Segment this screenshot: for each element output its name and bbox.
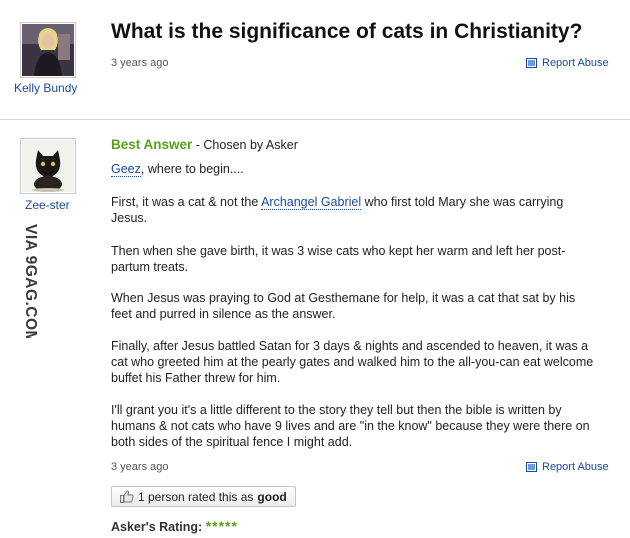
flag-icon (526, 57, 537, 68)
answerer-avatar[interactable] (20, 138, 76, 194)
answer-paragraph-5: Finally, after Jesus battled Satan for 3… (111, 339, 594, 385)
watermark-text: VIA 9GAG.COM (22, 224, 39, 338)
answer-timestamp: 3 years ago (111, 461, 169, 473)
asker-name[interactable]: Kelly Bundy (14, 81, 77, 95)
rated-value: good (257, 489, 287, 504)
answer-paragraph-1: Geez, where to begin.... (111, 161, 597, 177)
answer-paragraph-4: When Jesus was praying to God at Gesthem… (111, 291, 576, 321)
question-title: What is the significance of cats in Chri… (111, 20, 583, 43)
watermark-9gag: VIA 9GAG.COM (22, 224, 39, 338)
question-timestamp: 3 years ago (111, 57, 169, 69)
thumbs-up-icon (120, 490, 134, 503)
section-divider (0, 119, 630, 120)
rating-stars: ***** (205, 518, 238, 534)
best-answer-label: Best Answer (111, 137, 193, 152)
rated-prefix: 1 person rated this as (138, 489, 254, 504)
chosen-by-label: - Chosen by Asker (192, 138, 298, 152)
answerer-name[interactable]: Zee-ster (25, 198, 70, 212)
report-abuse-label: Report Abuse (542, 57, 609, 69)
asker-rating: Asker's Rating: ***** (111, 518, 238, 534)
asker-avatar-image (22, 24, 74, 76)
archangel-gabriel-link[interactable]: Archangel Gabriel (261, 195, 362, 210)
answer-p1-text: , where to begin.... (140, 162, 244, 176)
answer-paragraph-6: I'll grant you it's a little different t… (111, 403, 590, 449)
rated-good-button[interactable]: 1 person rated this as good (111, 486, 296, 507)
answer-paragraph-2: First, it was a cat & not the Archangel … (111, 194, 597, 226)
answer-p2-text-a: First, it was a cat & not the (111, 195, 262, 209)
answer-report-abuse-link[interactable]: Report Abuse (526, 461, 609, 473)
asker-avatar[interactable] (20, 22, 76, 78)
best-answer-header: Best Answer - Chosen by Asker (111, 137, 298, 152)
question-report-abuse-link[interactable]: Report Abuse (526, 57, 609, 69)
flag-icon (526, 461, 537, 472)
asker-rating-label: Asker's Rating: (111, 520, 203, 534)
answer-paragraph-3: Then when she gave birth, it was 3 wise … (111, 244, 566, 274)
answerer-avatar-image (22, 140, 74, 192)
report-abuse-label: Report Abuse (542, 461, 609, 473)
geez-link[interactable]: Geez (111, 162, 141, 177)
